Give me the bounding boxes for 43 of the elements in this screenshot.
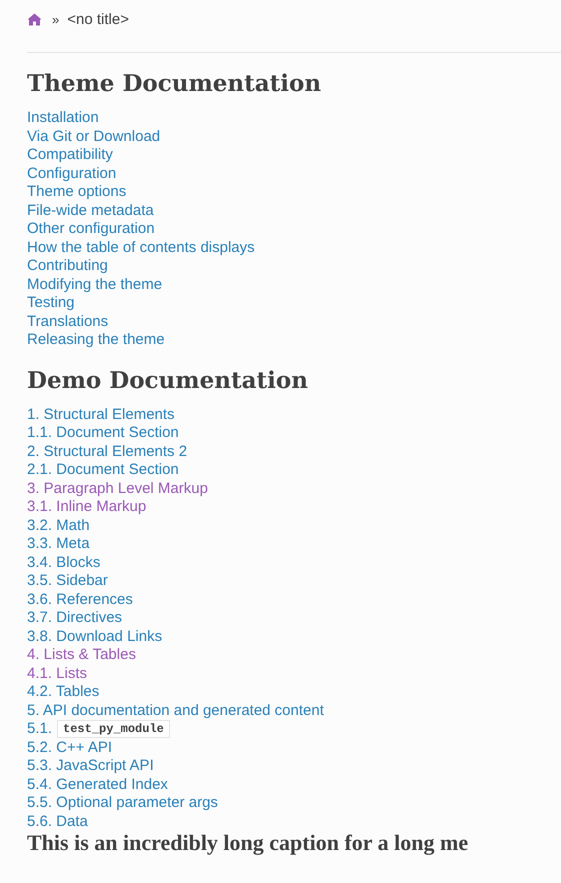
toc-link[interactable]: 5.1. test_py_module (27, 720, 170, 738)
toc-link[interactable]: Contributing (27, 257, 108, 276)
toc-link[interactable]: 5.3. JavaScript API (27, 757, 154, 776)
toc-link[interactable]: 3.1. Inline Markup (27, 498, 146, 516)
toc-link[interactable]: Other configuration (27, 220, 155, 238)
toc-link[interactable]: 2. Structural Elements 2 (27, 442, 188, 461)
toc-link[interactable]: 5.6. Data (27, 812, 88, 831)
section-heading: This is an incredibly long caption for a long me (27, 831, 470, 855)
toc-link[interactable]: 5. API documentation and generated content (27, 702, 324, 720)
toc-link[interactable]: 3.7. Directives (27, 609, 122, 628)
toc-link[interactable]: 3. Paragraph Level Markup (27, 480, 208, 498)
toc-link[interactable]: 5.4. Generated Index (27, 776, 168, 794)
home-icon[interactable] (27, 12, 42, 26)
breadcrumb-separator: » (52, 12, 60, 26)
code-label: test_py_module (57, 720, 170, 738)
toc-link[interactable]: 4. Lists & Tables (27, 646, 136, 664)
toc-link[interactable]: 3.4. Blocks (27, 554, 100, 572)
section-heading: Demo Documentation (27, 366, 309, 396)
toc-link[interactable]: Testing (27, 294, 75, 312)
toc-link[interactable]: Via Git or Download (27, 128, 160, 146)
toc-link[interactable]: 2.1. Document Section (27, 461, 179, 480)
toc-link[interactable]: Compatibility (27, 146, 113, 164)
toc-link[interactable]: Configuration (27, 164, 116, 183)
toc-link[interactable]: 3.2. Math (27, 516, 90, 535)
toc-link[interactable]: 3.8. Download Links (27, 628, 162, 646)
toc-link[interactable]: Modifying the theme (27, 276, 162, 294)
toc-link[interactable]: 3.3. Meta (27, 535, 90, 554)
toc-link[interactable]: Installation (27, 109, 99, 128)
toc-link[interactable]: 1.1. Document Section (27, 424, 179, 442)
toc-link[interactable]: 5.2. C++ API (27, 738, 112, 757)
toc-link[interactable]: How the table of contents displays (27, 238, 255, 257)
toc-link[interactable]: 4.2. Tables (27, 683, 100, 702)
section-heading: Theme Documentation (27, 69, 322, 99)
toc-link[interactable]: File-wide metadata (27, 202, 154, 220)
toc-link[interactable]: 3.5. Sidebar (27, 572, 108, 590)
toc-link[interactable]: Translations (27, 312, 108, 331)
toc-link[interactable]: Releasing the theme (27, 331, 165, 350)
breadcrumb-current: <no title> (67, 10, 129, 28)
toc-link[interactable]: 3.6. References (27, 590, 133, 609)
toc-link[interactable]: 4.1. Lists (27, 664, 88, 683)
toc-link[interactable]: 1. Structural Elements (27, 406, 175, 424)
toc-link[interactable]: 5.5. Optional parameter args (27, 794, 218, 812)
toc-link[interactable]: Theme options (27, 183, 126, 202)
